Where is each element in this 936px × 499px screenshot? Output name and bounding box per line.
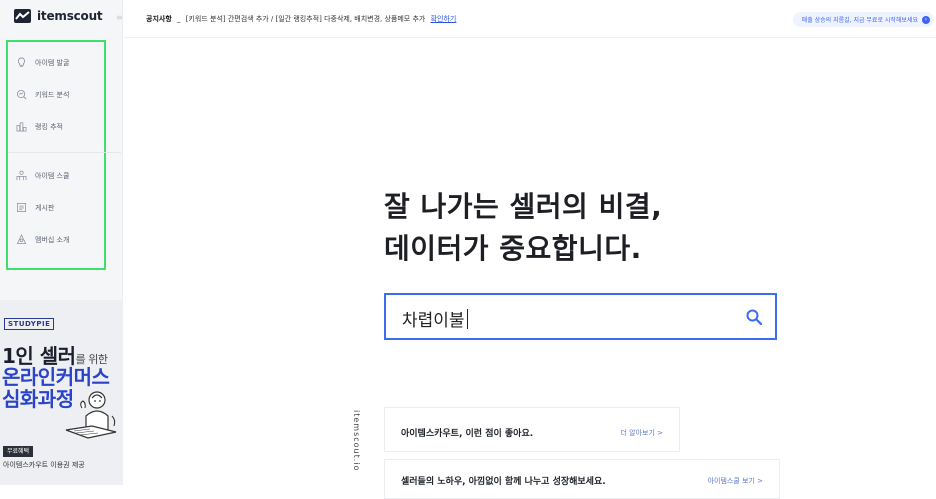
- text-caret: [466, 309, 468, 329]
- vertical-url: itemscout.io: [352, 410, 361, 472]
- sidebar-item-board[interactable]: 게시판: [16, 202, 54, 213]
- arrow-right-icon: ›: [922, 15, 930, 24]
- promo-button[interactable]: 매출 상승의 지름길, 지금 무료로 시작해보세요 ›: [792, 12, 934, 27]
- search-analysis-icon: [16, 89, 27, 100]
- feature-card[interactable]: 아이템스카우트, 이런 점이 좋아요. 더 알아보기 >: [384, 407, 680, 452]
- sidebar-item-keyword-analysis[interactable]: 키워드 분석: [16, 89, 69, 100]
- ad-subtext: 아이템스카우트 이용권 제공: [3, 461, 85, 469]
- sidebar: itemscout ≡ 아이템 발굴 키워드 분석 랭킹 추적 아이템 스쿨 게…: [0, 0, 123, 485]
- lightbulb-icon: [17, 57, 26, 68]
- ad-banner[interactable]: STUDYPIE 1인 셀러를 위한 온라인커머스 심화과정 무료혜택 아이템스…: [0, 300, 123, 485]
- sidebar-item-label: 게시판: [35, 203, 55, 212]
- sidebar-item-item-school[interactable]: 아이템 스쿨: [16, 170, 69, 181]
- hero-line-2: 데이터가 중요합니다.: [384, 232, 642, 265]
- sidebar-item-item-discovery[interactable]: 아이템 발굴: [16, 57, 69, 68]
- hero-heading: 잘 나가는 셀러의 비결, 데이터가 중요합니다.: [384, 186, 662, 270]
- sidebar-item-label: 아이템 스쿨: [35, 171, 70, 180]
- sidebar-item-membership[interactable]: 멤버십 소개: [16, 234, 69, 245]
- person-laptop-illustration-icon: [65, 391, 117, 439]
- bar-chart-icon: [16, 122, 27, 132]
- sidebar-divider: [8, 152, 121, 153]
- notice-link[interactable]: 확인하기: [431, 15, 457, 23]
- ad-free-tag: 무료혜택: [3, 446, 34, 457]
- search-icon[interactable]: [746, 309, 762, 325]
- card-link[interactable]: 더 알아보기 >: [620, 428, 663, 438]
- notice-separator: _: [177, 15, 181, 23]
- sidebar-collapse-icon[interactable]: ≡: [116, 13, 123, 22]
- membership-icon: [16, 234, 27, 244]
- sidebar-item-rank-tracking[interactable]: 랭킹 추적: [16, 121, 63, 132]
- school-card[interactable]: 셀러들의 노하우, 아낌없이 함께 나누고 성장해보세요. 아이템스쿨 보기 >: [384, 459, 780, 499]
- sidebar-item-label: 아이템 발굴: [35, 58, 70, 67]
- logo-icon: [14, 9, 31, 23]
- ad-badge: STUDYPIE: [4, 318, 55, 330]
- card-title: 아이템스카우트, 이런 점이 좋아요.: [401, 429, 534, 439]
- sidebar-item-label: 멤버십 소개: [35, 235, 70, 244]
- search-input-value: 차렵이불: [402, 311, 465, 331]
- school-icon: [16, 170, 27, 181]
- board-icon: [17, 203, 26, 212]
- card-title: 셀러들의 노하우, 아낌없이 함께 나누고 성장해보세요.: [401, 477, 606, 487]
- hero-line-1: 잘 나가는 셀러의 비결,: [384, 190, 663, 223]
- brand-name: itemscout: [37, 9, 103, 23]
- search-box[interactable]: 차렵이불: [384, 293, 777, 340]
- logo[interactable]: itemscout: [14, 9, 103, 23]
- notice-text: [키워드 분석] 간편검색 추가 / [일간 랭킹추적] 다중삭제, 배치변경,…: [185, 15, 426, 23]
- search-input[interactable]: 차렵이불: [402, 306, 468, 331]
- notice-bar: 공지사항 _ [키워드 분석] 간편검색 추가 / [일간 랭킹추적] 다중삭제…: [146, 14, 456, 24]
- notice-label: 공지사항: [146, 15, 172, 23]
- sidebar-item-label: 랭킹 추적: [35, 122, 63, 131]
- promo-text: 매출 상승의 지름길, 지금 무료로 시작해보세요: [801, 17, 918, 24]
- top-bar: 공지사항 _ [키워드 분석] 간편검색 추가 / [일간 랭킹추적] 다중삭제…: [124, 0, 936, 38]
- sidebar-item-label: 키워드 분석: [35, 90, 70, 99]
